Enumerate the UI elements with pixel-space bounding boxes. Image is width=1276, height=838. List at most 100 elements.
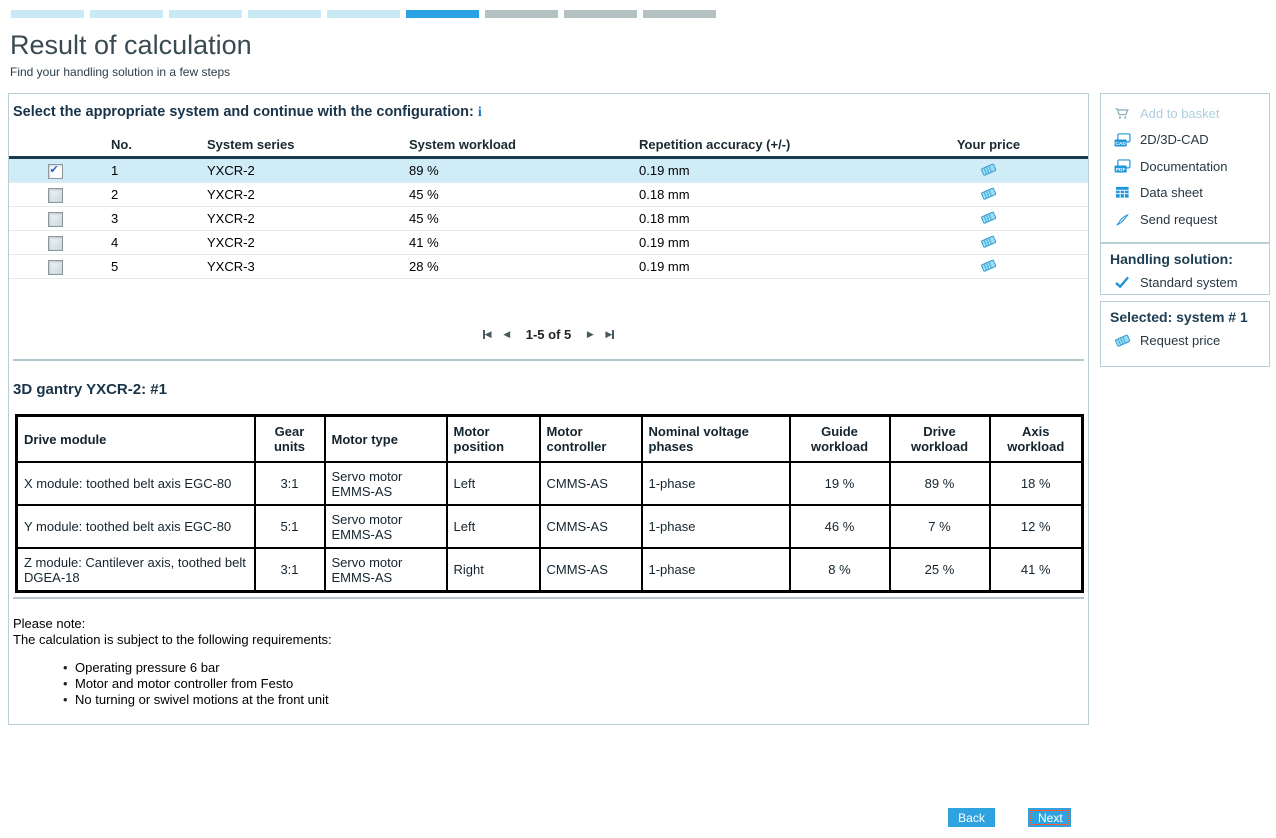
sidebar-action-documentation[interactable]: PDFDocumentation (1101, 153, 1269, 180)
system-checkbox-cell (9, 158, 101, 183)
detail-cell: X module: toothed belt axis EGC-80 (17, 462, 255, 505)
column-your-price: Your price (889, 134, 1088, 158)
note-block: Please note: The calculation is subject … (13, 616, 332, 708)
progress-step-done (327, 10, 400, 18)
system-checkbox[interactable] (48, 188, 63, 203)
system-no: 1 (101, 158, 197, 183)
system-accuracy: 0.19 mm (629, 158, 889, 183)
detail-row: Y module: toothed belt axis EGC-805:1Ser… (17, 505, 1083, 548)
system-series: YXCR-2 (197, 231, 399, 255)
price-tag-icon[interactable] (980, 188, 997, 203)
system-accuracy: 0.18 mm (629, 207, 889, 231)
detail-cell: 5:1 (255, 505, 325, 548)
selection-heading-text: Select the appropriate system and contin… (13, 104, 474, 120)
detail-table: Drive moduleGear unitsMotor typeMotor po… (15, 414, 1084, 593)
column-checkbox (9, 134, 101, 158)
system-checkbox-cell (9, 207, 101, 231)
system-checkbox[interactable] (48, 260, 63, 275)
sidebar-action-send-request[interactable]: Send request (1101, 206, 1269, 233)
system-checkbox[interactable] (48, 164, 63, 179)
svg-text:PDF: PDF (1115, 167, 1125, 173)
system-row[interactable]: 2YXCR-245 %0.18 mm (9, 183, 1088, 207)
progress-step-done (169, 10, 242, 18)
note-bullet: No turning or swivel motions at the fron… (63, 692, 332, 708)
price-tag-icon (1113, 333, 1131, 347)
detail-column-header: Nominal voltage phases (642, 416, 790, 463)
system-accuracy: 0.19 mm (629, 231, 889, 255)
price-tag-icon[interactable] (980, 212, 997, 227)
results-panel: Select the appropriate system and contin… (8, 93, 1089, 725)
handling-solution-label: Standard system (1140, 275, 1238, 290)
detail-cell: 18 % (990, 462, 1083, 505)
detail-cell: 1-phase (642, 505, 790, 548)
detail-row: Z module: Cantilever axis, toothed belt … (17, 548, 1083, 592)
system-row[interactable]: 5YXCR-328 %0.19 mm (9, 255, 1088, 279)
price-tag-icon[interactable] (980, 260, 997, 275)
system-checkbox-cell (9, 231, 101, 255)
sidebar-actions-panel: Add to basketCAD2D/3D-CADPDFDocumentatio… (1100, 93, 1270, 243)
detail-cell: CMMS-AS (540, 505, 642, 548)
detail-cell: 41 % (990, 548, 1083, 592)
pagination-last-icon[interactable]: ▶ (605, 329, 614, 340)
column-repetition-accuracy: Repetition accuracy (+/-) (629, 134, 889, 158)
progress-step-done (90, 10, 163, 18)
sidebar-action-2d-3d-cad[interactable]: CAD2D/3D-CAD (1101, 127, 1269, 154)
cart-icon (1113, 106, 1131, 121)
system-series: YXCR-2 (197, 158, 399, 183)
detail-cell: 1-phase (642, 462, 790, 505)
system-series: YXCR-2 (197, 183, 399, 207)
request-price-label: Request price (1140, 333, 1220, 348)
system-series: YXCR-2 (197, 207, 399, 231)
selected-system-title: Selected: system # 1 (1101, 302, 1269, 327)
note-line1: Please note: (13, 616, 332, 632)
detail-column-header: Guide workload (790, 416, 890, 463)
pagination-next-icon[interactable]: ▶ (587, 329, 594, 340)
sidebar-action-data-sheet[interactable]: Data sheet (1101, 180, 1269, 207)
price-tag-icon[interactable] (980, 236, 997, 251)
detail-cell: 12 % (990, 505, 1083, 548)
detail-cell: Servo motor EMMS-AS (325, 548, 447, 592)
note-bullet: Operating pressure 6 bar (63, 660, 332, 676)
system-workload: 45 % (399, 183, 629, 207)
sidebar-action-label: 2D/3D-CAD (1140, 132, 1209, 147)
detail-heading: 3D gantry YXCR-2: #1 (13, 381, 167, 398)
system-checkbox-cell (9, 183, 101, 207)
selection-heading: Select the appropriate system and contin… (13, 104, 482, 121)
system-row[interactable]: 1YXCR-289 %0.19 mm (9, 158, 1088, 183)
sidebar-action-add-to-basket[interactable]: Add to basket (1101, 100, 1269, 127)
detail-cell: 3:1 (255, 462, 325, 505)
system-row[interactable]: 3YXCR-245 %0.18 mm (9, 207, 1088, 231)
system-workload: 89 % (399, 158, 629, 183)
detail-column-header: Motor type (325, 416, 447, 463)
system-checkbox[interactable] (48, 236, 63, 251)
detail-cell: CMMS-AS (540, 462, 642, 505)
sidebar-action-label: Send request (1140, 212, 1217, 227)
detail-cell: Servo motor EMMS-AS (325, 505, 447, 548)
detail-column-header: Gear units (255, 416, 325, 463)
note-bullet: Motor and motor controller from Festo (63, 676, 332, 692)
sidebar-action-label: Data sheet (1140, 185, 1203, 200)
pagination-prev-icon[interactable]: ◀ (503, 329, 510, 340)
detail-cell: 8 % (790, 548, 890, 592)
selected-system-panel: Selected: system # 1 Request price (1100, 301, 1270, 367)
column-system-series: System series (197, 134, 399, 158)
system-table-header-row: No. System series System workload Repeti… (9, 134, 1088, 158)
detail-cell: Servo motor EMMS-AS (325, 462, 447, 505)
back-button[interactable]: Back (948, 808, 995, 827)
detail-cell: Left (447, 462, 540, 505)
info-icon[interactable]: i (478, 105, 482, 120)
progress-steps (11, 10, 716, 18)
system-no: 4 (101, 231, 197, 255)
your-price-cell (889, 207, 1088, 231)
detail-cell: Right (447, 548, 540, 592)
detail-column-header: Motor controller (540, 416, 642, 463)
request-price-link[interactable]: Request price (1101, 327, 1269, 354)
progress-step-todo (643, 10, 716, 18)
progress-step-todo (485, 10, 558, 18)
next-button[interactable]: Next (1028, 808, 1071, 827)
system-row[interactable]: 4YXCR-241 %0.19 mm (9, 231, 1088, 255)
pagination-first-icon[interactable]: ◀ (483, 329, 492, 340)
system-checkbox[interactable] (48, 212, 63, 227)
price-tag-icon[interactable] (980, 164, 997, 179)
system-accuracy: 0.18 mm (629, 183, 889, 207)
